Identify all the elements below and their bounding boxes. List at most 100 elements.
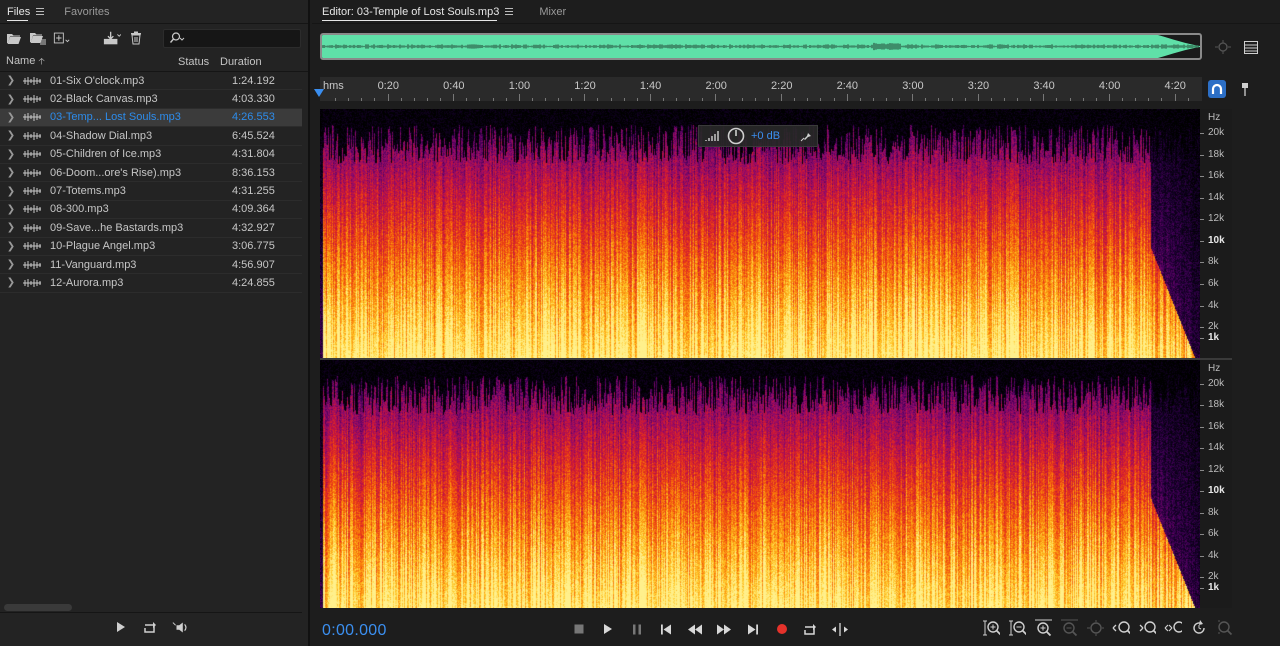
list-item[interactable]: ❯ 04-Shadow Dial.mp3 6:45.524 bbox=[0, 127, 302, 146]
list-item[interactable]: ❯ 07-Totems.mp3 4:31.255 bbox=[0, 182, 302, 201]
zoom-in-right-button[interactable] bbox=[1138, 619, 1156, 637]
expand-chevron-icon[interactable]: ❯ bbox=[0, 167, 22, 178]
ruler-minor-tick bbox=[544, 98, 546, 101]
panel-menu-icon[interactable] bbox=[505, 8, 514, 15]
go-to-start-button[interactable] bbox=[657, 620, 675, 638]
zoom-in-time-button[interactable] bbox=[1034, 619, 1052, 637]
file-name: 11-Vanguard.mp3 bbox=[50, 258, 137, 271]
rewind-button[interactable] bbox=[686, 620, 704, 638]
expand-chevron-icon[interactable]: ❯ bbox=[0, 277, 22, 288]
zoom-selection-button[interactable] bbox=[1164, 619, 1182, 637]
column-name[interactable]: Name 🡡 bbox=[0, 54, 178, 70]
ruler-tools bbox=[1208, 80, 1254, 98]
expand-chevron-icon[interactable]: ❯ bbox=[0, 204, 22, 215]
zoom-out-amplitude-button[interactable] bbox=[1008, 619, 1026, 637]
frequency-axis-right[interactable]: Hz 20k 18k 16k 14k 12k 10k 8k 6k 4k 2k 1k bbox=[1200, 360, 1232, 608]
horizontal-scrollbar[interactable] bbox=[4, 604, 72, 611]
preview-loop-button[interactable] bbox=[142, 618, 160, 636]
tab-files[interactable]: Files bbox=[7, 0, 45, 24]
audio-file-icon bbox=[23, 205, 41, 214]
zoom-full-button[interactable] bbox=[1086, 619, 1104, 637]
expand-chevron-icon[interactable]: ❯ bbox=[0, 259, 22, 270]
snap-magnet-button[interactable] bbox=[1208, 80, 1226, 98]
expand-chevron-icon[interactable]: ❯ bbox=[0, 112, 22, 123]
marker-pin-icon[interactable] bbox=[1236, 80, 1254, 98]
list-item[interactable]: ❯ 05-Children of Ice.mp3 4:31.804 bbox=[0, 146, 302, 164]
playhead-marker[interactable] bbox=[314, 89, 324, 97]
ruler-minor-tick bbox=[558, 98, 560, 101]
pause-button[interactable] bbox=[628, 620, 646, 638]
waveform-overview[interactable] bbox=[320, 33, 1202, 60]
record-button[interactable] bbox=[773, 620, 791, 638]
list-item[interactable]: ❯ 06-Doom...ore's Rise).mp3 8:36.153 bbox=[0, 164, 302, 183]
loop-playback-button[interactable] bbox=[802, 620, 820, 638]
zoom-out-time-icon bbox=[1061, 619, 1078, 637]
ruler-minor-tick bbox=[413, 98, 415, 101]
ruler-minor-tick bbox=[335, 98, 337, 101]
files-panel: Files Favorites Name 🡡 Status Duration ❯… bbox=[0, 0, 310, 646]
tab-editor-label: Editor: 03-Temple of Lost Souls.mp3 bbox=[322, 5, 500, 18]
panel-menu-icon[interactable] bbox=[36, 8, 45, 15]
zoom-in-left-button[interactable] bbox=[1112, 619, 1130, 637]
preview-autoplay-button[interactable] bbox=[172, 618, 190, 636]
zoom-out-time-button[interactable] bbox=[1060, 619, 1078, 637]
ruler-tick-label: 4:00 bbox=[1098, 80, 1121, 92]
fast-forward-button[interactable] bbox=[715, 620, 733, 638]
expand-chevron-icon[interactable]: ❯ bbox=[0, 75, 22, 86]
ruler-minor-tick bbox=[1030, 98, 1032, 101]
delete-icon[interactable] bbox=[127, 29, 145, 47]
pin-icon[interactable] bbox=[800, 130, 812, 142]
volume-value[interactable]: +0 dB bbox=[751, 130, 780, 142]
volume-knob[interactable] bbox=[727, 127, 745, 145]
expand-chevron-icon[interactable]: ❯ bbox=[0, 241, 22, 252]
zoom-selection-icon[interactable] bbox=[1214, 38, 1232, 56]
skip-selection-button[interactable] bbox=[831, 620, 849, 638]
list-item[interactable]: ❯ 02-Black Canvas.mp3 4:03.330 bbox=[0, 90, 302, 109]
ruler-major-tick bbox=[649, 94, 651, 101]
list-item[interactable]: ❯ 08-300.mp3 4:09.364 bbox=[0, 201, 302, 220]
open-folder-icon[interactable] bbox=[5, 29, 23, 47]
list-item[interactable]: ❯ 12-Aurora.mp3 4:24.855 bbox=[0, 274, 302, 293]
tab-editor[interactable]: Editor: 03-Temple of Lost Souls.mp3 bbox=[322, 0, 514, 24]
expand-chevron-icon[interactable]: ❯ bbox=[0, 149, 22, 160]
zoom-frequency-button[interactable] bbox=[1216, 619, 1234, 637]
stop-button[interactable] bbox=[570, 620, 588, 638]
open-recent-icon[interactable] bbox=[29, 29, 47, 47]
list-item[interactable]: ❯ 01-Six O'clock.mp3 1:24.192 bbox=[0, 72, 302, 91]
list-item[interactable]: ❯ 11-Vanguard.mp3 4:56.907 bbox=[0, 256, 302, 275]
current-time-display[interactable]: 0:00.000 bbox=[322, 622, 387, 640]
new-file-icon[interactable] bbox=[53, 29, 71, 47]
search-field[interactable] bbox=[163, 28, 301, 48]
frequency-axis-left[interactable]: Hz 20k 18k 16k 14k 12k 10k 8k 6k 4k 2k 1k bbox=[1200, 109, 1232, 358]
play-button[interactable] bbox=[599, 620, 617, 638]
reset-zoom-button[interactable] bbox=[1190, 619, 1208, 637]
list-item[interactable]: ❯ 09-Save...he Bastards.mp3 4:32.927 bbox=[0, 219, 302, 238]
go-to-end-button[interactable] bbox=[744, 620, 762, 638]
tab-favorites[interactable]: Favorites bbox=[64, 0, 109, 24]
preview-play-button[interactable] bbox=[112, 618, 130, 636]
ruler-major-tick bbox=[781, 94, 783, 101]
column-duration[interactable]: Duration bbox=[220, 56, 300, 68]
spectrogram-channel-right[interactable] bbox=[320, 360, 1200, 608]
ruler-minor-tick bbox=[990, 98, 992, 101]
ruler-minor-tick bbox=[925, 98, 927, 101]
ruler-minor-tick bbox=[964, 98, 966, 101]
frequency-tick-label: 14k bbox=[1208, 191, 1225, 203]
expand-chevron-icon[interactable]: ❯ bbox=[0, 94, 22, 105]
ruler-tick-label: 2:40 bbox=[836, 80, 859, 92]
expand-chevron-icon[interactable]: ❯ bbox=[0, 186, 22, 197]
expand-chevron-icon[interactable]: ❯ bbox=[0, 130, 22, 141]
import-icon[interactable] bbox=[103, 29, 121, 47]
search-input[interactable] bbox=[185, 32, 285, 44]
ruler-minor-tick bbox=[767, 98, 769, 101]
list-item[interactable]: ❯ 10-Plague Angel.mp3 3:06.775 bbox=[0, 238, 302, 256]
list-view-icon[interactable] bbox=[1242, 38, 1260, 56]
zoom-in-amplitude-button[interactable] bbox=[982, 619, 1000, 637]
time-ruler[interactable]: hms 0:20 0:40 1:00 1:20 1:40 2:00 2:20 2:40 3:00… bbox=[320, 77, 1202, 101]
zoom-selection-icon bbox=[1164, 621, 1182, 633]
expand-chevron-icon[interactable]: ❯ bbox=[0, 222, 22, 233]
column-status[interactable]: Status bbox=[178, 56, 220, 68]
ruler-tick-label: 2:20 bbox=[771, 80, 793, 92]
list-item[interactable]: ❯ 03-Temp... Lost Souls.mp3 4:26.553 bbox=[0, 108, 302, 128]
tab-mixer[interactable]: Mixer bbox=[539, 0, 566, 24]
